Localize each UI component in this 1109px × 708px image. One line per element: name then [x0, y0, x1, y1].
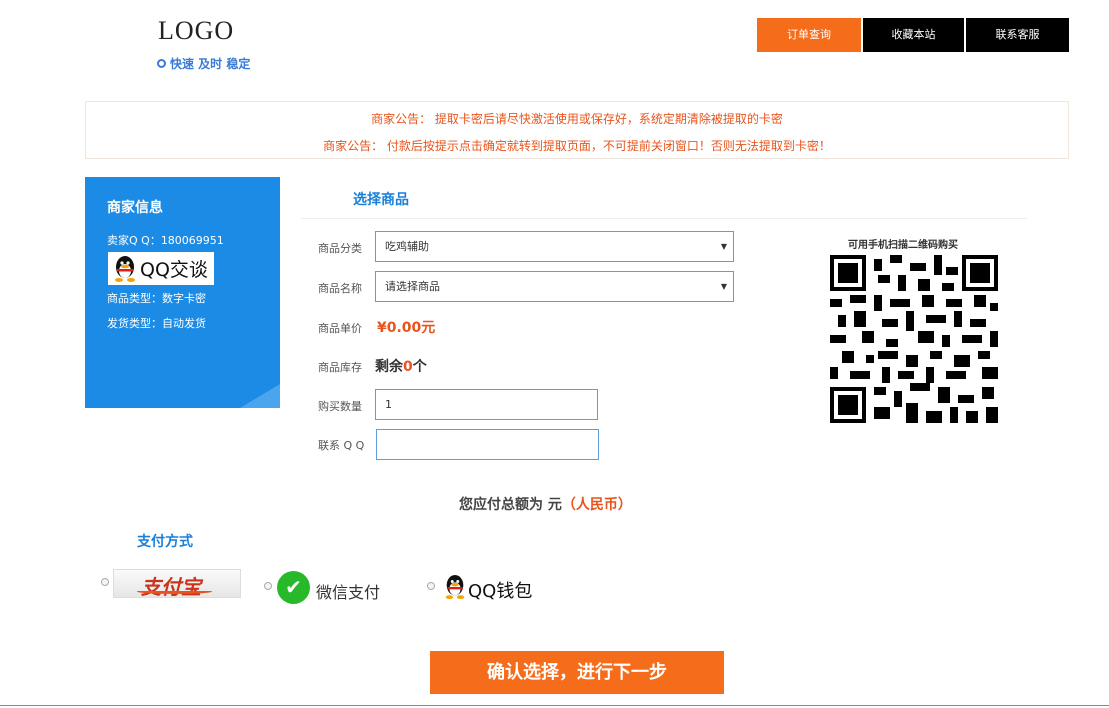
category-select[interactable]: 吃鸡辅助 ▼ [375, 231, 734, 262]
nav-order-query[interactable]: 订单查询 [757, 18, 861, 52]
product-type: 商品类型：数字卡密 [107, 292, 206, 305]
total-amount: 您应付总额为 元（人民币） [459, 494, 632, 514]
top-nav: 订单查询 收藏本站 联系客服 [757, 18, 1069, 52]
product-name-selected-value: 请选择商品 [385, 280, 440, 293]
panel-corner-decoration [240, 384, 280, 408]
logo[interactable]: LOGO [158, 16, 234, 46]
total-text: 您应付总额为 元 [459, 497, 562, 513]
wechat-check-icon[interactable]: ✔ [277, 571, 310, 604]
quantity-label: 购买数量 [318, 400, 362, 413]
chevron-down-icon: ▼ [720, 242, 727, 251]
qq-talk-label: QQ交谈 [140, 259, 208, 281]
confirm-next-button[interactable]: 确认选择，进行下一步 [430, 651, 724, 694]
product-name-select[interactable]: 请选择商品 ▼ [375, 271, 734, 302]
contact-qq-input[interactable] [376, 429, 599, 460]
section-divider [301, 218, 1027, 219]
stock-label: 商品库存 [318, 361, 362, 374]
qq-penguin-icon[interactable] [443, 573, 467, 601]
contact-qq-label: 联系 Q Q [318, 439, 365, 452]
bottom-divider [0, 705, 1109, 706]
alipay-swoosh [137, 589, 212, 594]
merchant-notice: 商家公告： 提取卡密后请尽快激活使用或保存好，系统定期清除被提取的卡密 商家公告… [85, 101, 1069, 159]
qq-wallet-label[interactable]: QQ钱包 [468, 577, 532, 603]
payment-method-title: 支付方式 [137, 534, 193, 550]
chevron-down-icon: ▼ [720, 282, 727, 291]
merchant-info-panel: 商家信息 卖家Q Q：180069951 QQ交谈 商品类型：数字卡密 发货类型… [85, 177, 280, 408]
stock-suffix: 个 [412, 359, 427, 375]
alipay-logo-text: 支付宝 [141, 575, 201, 599]
product-name-label: 商品名称 [318, 282, 362, 295]
notice-line-2: 商家公告： 付款后按提示点击确定就转到提取页面，不可提前关闭窗口！否则无法提取到… [323, 139, 831, 153]
stock-count: 0 [403, 359, 413, 375]
stock-value: 剩余0个 [375, 356, 427, 376]
nav-bookmark[interactable]: 收藏本站 [863, 18, 964, 52]
quantity-input[interactable] [375, 389, 598, 420]
merchant-info-title: 商家信息 [107, 200, 163, 216]
qqwallet-radio[interactable] [427, 582, 435, 590]
qr-code-image [830, 255, 998, 423]
qq-penguin-icon [115, 255, 135, 282]
notice-line-1: 商家公告： 提取卡密后请尽快激活使用或保存好，系统定期清除被提取的卡密 [371, 112, 783, 126]
alipay-radio[interactable] [101, 578, 109, 586]
category-selected-value: 吃鸡辅助 [385, 240, 429, 253]
seller-qq: 卖家Q Q：180069951 [107, 234, 224, 247]
wechat-radio[interactable] [264, 582, 272, 590]
total-currency: （人民币） [561, 497, 632, 513]
qr-caption: 可用手机扫描二维码购买 [848, 240, 958, 251]
alipay-option[interactable]: 支付宝 [113, 569, 241, 599]
delivery-type: 发货类型：自动发货 [107, 317, 206, 330]
unit-price-value: ¥0.00元 [377, 320, 436, 336]
nav-contact-support[interactable]: 联系客服 [966, 18, 1069, 52]
wechat-pay-label[interactable]: 微信支付 [316, 579, 380, 603]
unit-price-label: 商品单价 [318, 322, 362, 335]
ring-icon [157, 59, 166, 68]
tagline: 快速 及时 稳定 [157, 55, 250, 72]
category-label: 商品分类 [318, 242, 362, 255]
tagline-text: 快速 及时 稳定 [170, 57, 251, 71]
stock-prefix: 剩余 [375, 359, 403, 375]
qq-talk-button[interactable]: QQ交谈 [108, 252, 214, 285]
select-product-title: 选择商品 [353, 192, 409, 208]
